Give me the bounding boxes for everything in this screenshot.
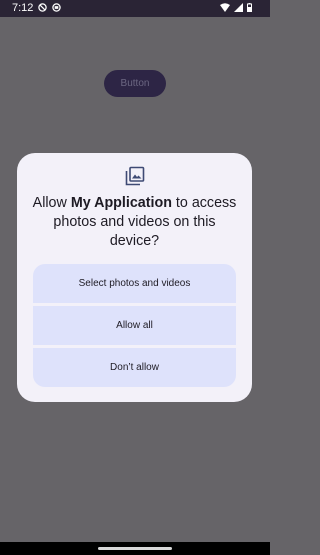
home-gesture-handle[interactable]	[98, 547, 172, 550]
do-not-disturb-icon	[38, 3, 47, 12]
wifi-icon	[220, 3, 230, 12]
app-name: My Application	[70, 195, 172, 211]
status-right-icons	[220, 3, 252, 12]
photo-library-icon	[125, 166, 145, 186]
status-bar: 7:12	[0, 0, 270, 17]
dialog-title-prefix: Allow	[32, 195, 71, 211]
allow-all-button[interactable]: Allow all	[33, 306, 236, 345]
app-button[interactable]: Button	[104, 70, 166, 97]
signal-icon	[234, 3, 243, 12]
status-time: 7:12	[12, 2, 34, 14]
dialog-title: Allow My Application to access photos an…	[27, 194, 242, 251]
navigation-bar	[0, 542, 270, 555]
option-list: Select photos and videos Allow all Don’t…	[33, 264, 236, 387]
permission-dialog: Allow My Application to access photos an…	[17, 153, 252, 402]
status-left-icons	[38, 3, 61, 12]
select-photos-button[interactable]: Select photos and videos	[33, 264, 236, 303]
battery-icon	[247, 3, 252, 12]
dont-allow-button[interactable]: Don’t allow	[33, 348, 236, 387]
data-saver-icon	[52, 3, 61, 12]
